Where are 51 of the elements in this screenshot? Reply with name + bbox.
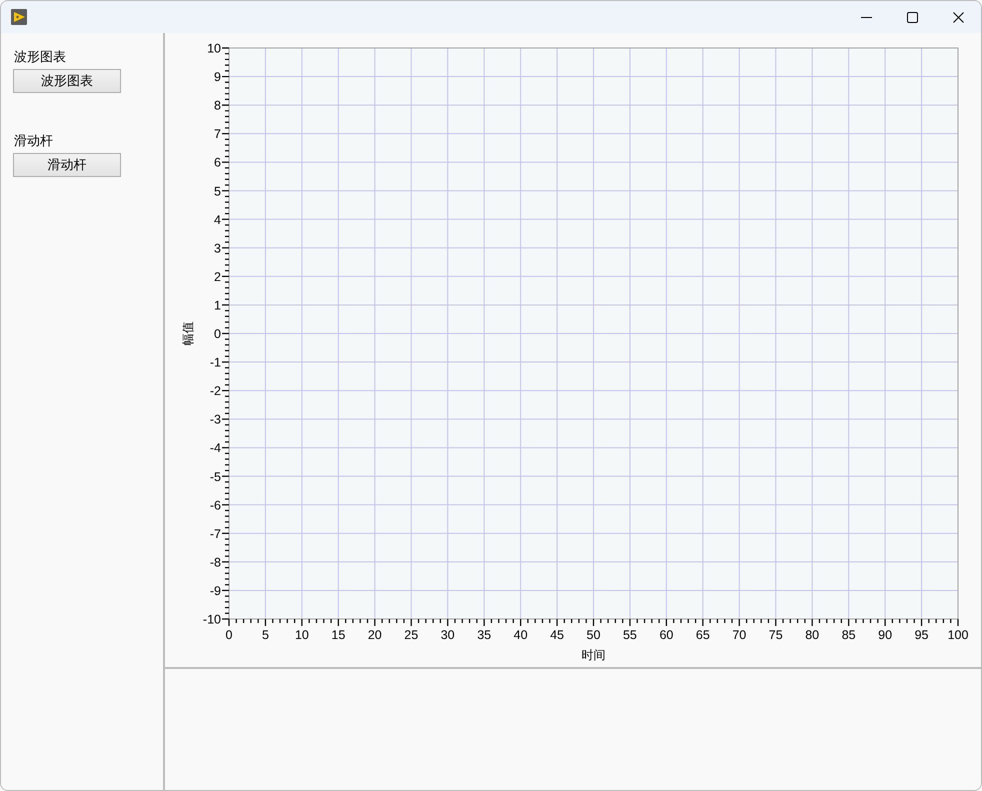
x-tick-label: 40 [514, 628, 528, 642]
x-tick-label: 35 [477, 628, 492, 642]
y-tick-label: 3 [214, 241, 221, 256]
y-tick-label: -9 [210, 584, 221, 598]
x-tick-label: 80 [805, 628, 820, 642]
control-label: 滑动杆 [14, 133, 53, 149]
y-tick-label: 9 [214, 70, 221, 84]
x-tick-label: 85 [842, 628, 856, 642]
x-tick-label: 10 [294, 628, 309, 642]
y-tick-label: -7 [210, 526, 221, 541]
control-label: 波形图表 [14, 49, 66, 65]
y-tick-label: 10 [207, 42, 221, 56]
y-tick-label: -5 [210, 470, 221, 484]
x-tick-label: 55 [623, 628, 637, 642]
y-axis-title: 幅值 [181, 322, 195, 346]
close-icon [952, 12, 964, 22]
y-tick-label: 8 [214, 98, 221, 113]
x-tick-label: 0 [226, 628, 232, 642]
y-tick-label: -10 [202, 612, 221, 626]
y-tick-label: 6 [214, 156, 221, 170]
x-tick-label: 70 [732, 628, 746, 642]
x-tick-label: 95 [914, 628, 928, 642]
maximize-icon [906, 12, 918, 22]
y-tick-label: 7 [214, 127, 221, 142]
x-tick-label: 25 [404, 628, 418, 642]
x-tick-label: 20 [368, 628, 382, 642]
control-button[interactable]: 波形图表 [13, 69, 121, 93]
y-tick-label: 2 [214, 270, 221, 284]
x-tick-label: 90 [878, 628, 892, 642]
x-axis-title: 时间 [582, 648, 606, 662]
x-tick-label: 50 [586, 628, 600, 642]
control-button[interactable]: 滑动杆 [13, 153, 121, 177]
y-tick-label: -1 [210, 356, 221, 370]
x-tick-label: 60 [659, 628, 674, 642]
x-tick-label: 5 [262, 628, 269, 642]
y-tick-label: 0 [214, 327, 221, 341]
y-tick-label: -3 [210, 412, 221, 427]
y-tick-label: 1 [214, 298, 221, 312]
y-tick-label: 5 [214, 184, 221, 198]
y-tick-label: -8 [210, 555, 221, 570]
x-tick-label: 65 [696, 628, 710, 642]
y-tick-label: -4 [210, 441, 221, 456]
x-tick-label: 45 [550, 628, 564, 642]
y-tick-label: -6 [210, 498, 221, 512]
x-tick-label: 30 [440, 628, 455, 642]
x-tick-label: 15 [331, 628, 346, 642]
y-tick-label: -2 [210, 384, 221, 398]
y-tick-label: 4 [214, 212, 221, 227]
x-tick-label: 100 [948, 628, 968, 642]
x-tick-label: 75 [768, 628, 783, 642]
app-icon [11, 9, 27, 25]
